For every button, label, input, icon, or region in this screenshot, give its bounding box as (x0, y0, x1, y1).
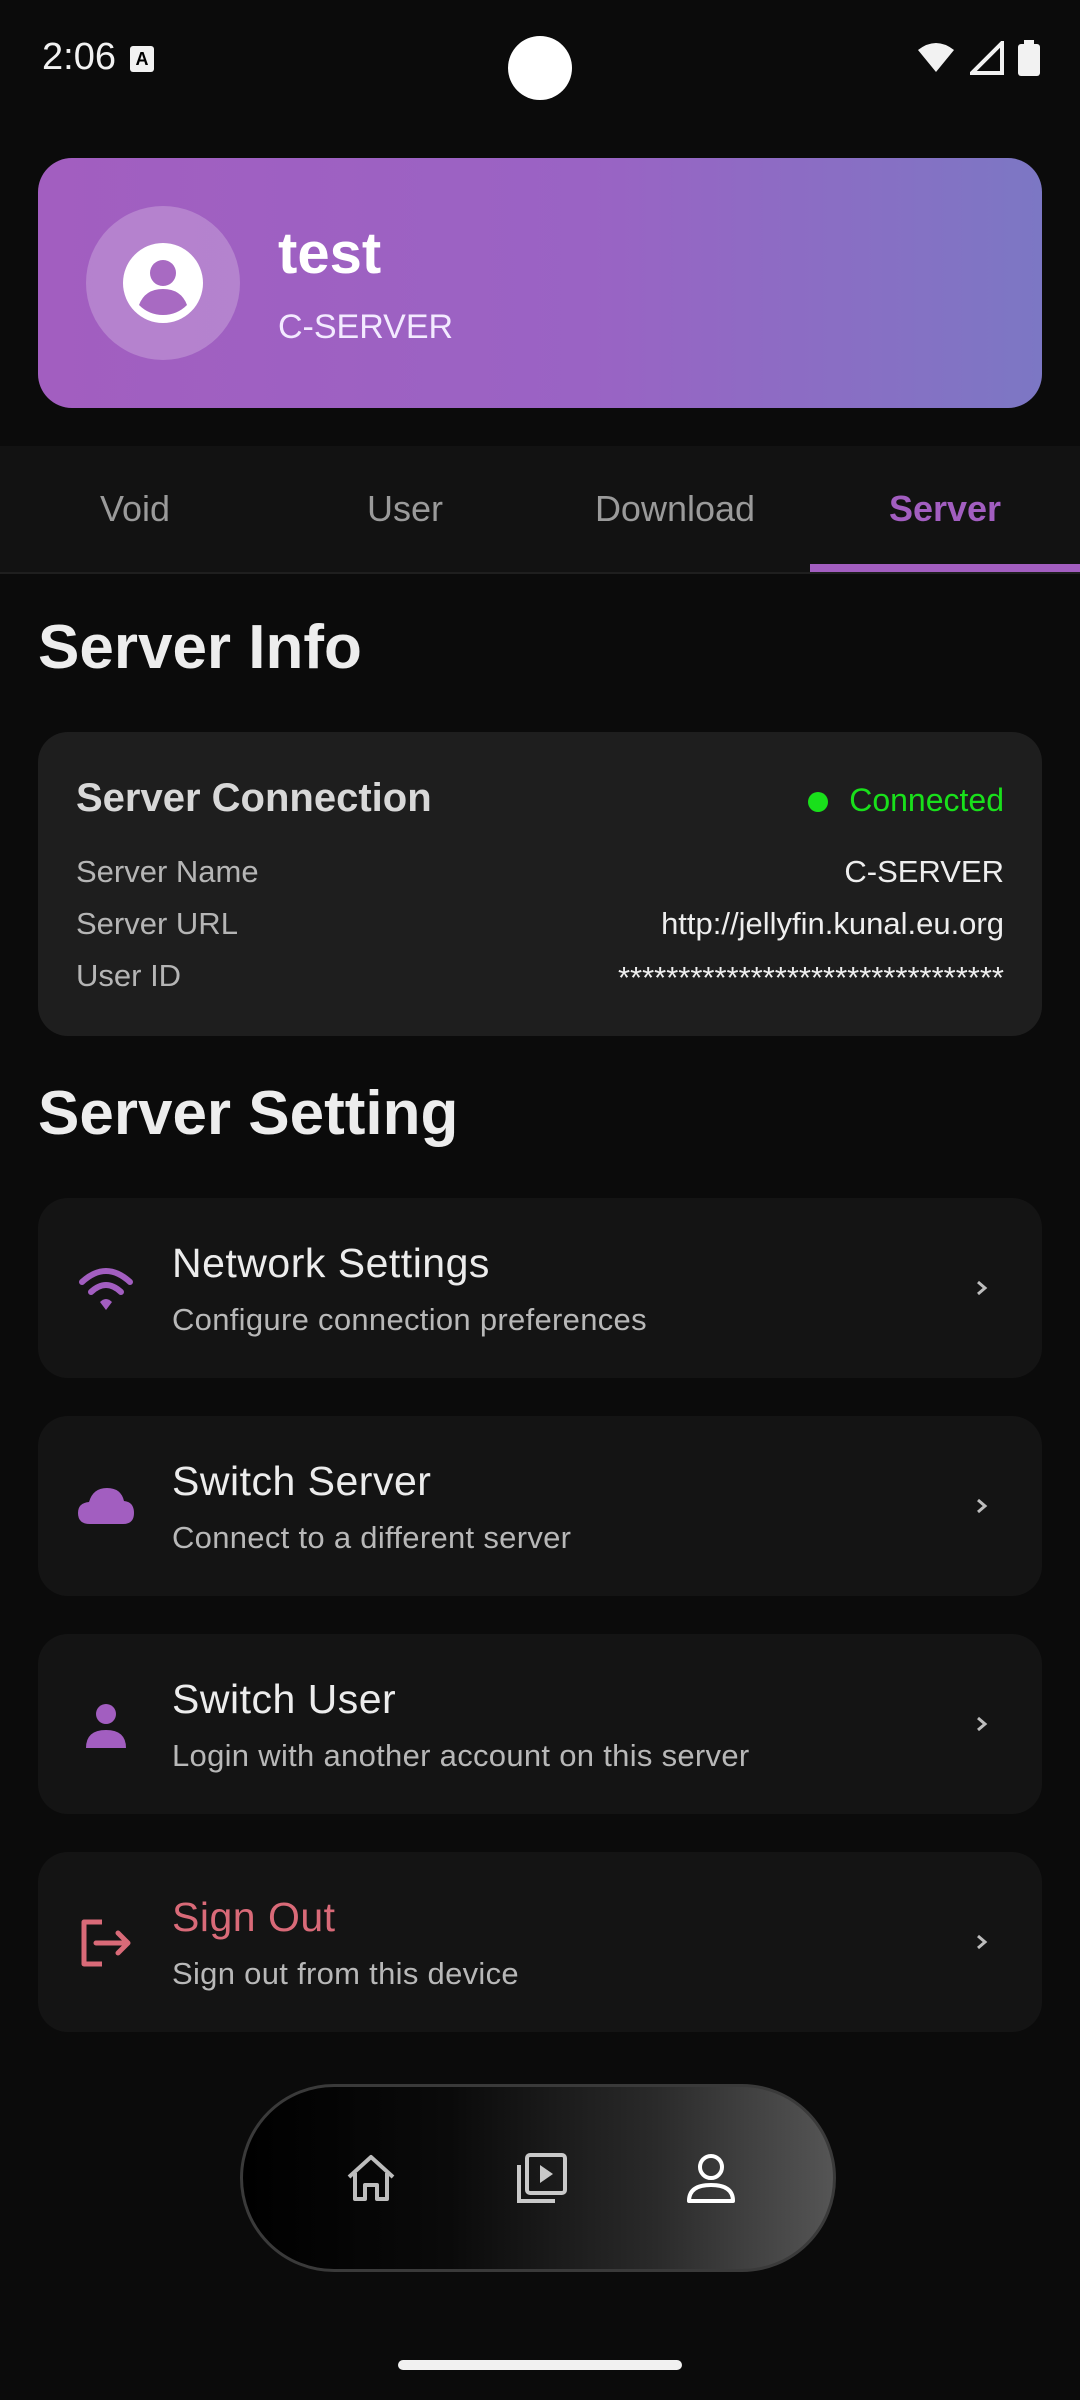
sign-out-title: Sign Out (172, 1894, 336, 1940)
avatar (86, 206, 240, 360)
switch-server-item[interactable]: Switch Server Connect to a different ser… (38, 1416, 1042, 1596)
server-name-value: C-SERVER (844, 854, 1004, 889)
tab-bar: Void User Download Server (0, 446, 1080, 574)
logout-icon (81, 1919, 131, 1967)
tab-server[interactable]: Server (810, 446, 1080, 572)
switch-server-subtitle: Connect to a different server (172, 1520, 572, 1555)
switch-user-title: Switch User (172, 1676, 397, 1722)
switch-server-title: Switch Server (172, 1458, 432, 1504)
account-circle-icon (123, 243, 203, 323)
server-connection-card: Server Connection Connected Server Name … (38, 732, 1042, 1036)
network-settings-subtitle: Configure connection preferences (172, 1302, 647, 1337)
tab-void[interactable]: Void (0, 446, 270, 572)
profile-card[interactable]: test C-SERVER (38, 158, 1042, 408)
battery-icon (1018, 40, 1040, 76)
server-url-label: Server URL (76, 906, 238, 941)
bottom-navigation (240, 2084, 836, 2272)
wifi-status-icon (918, 43, 954, 72)
cloud-icon (78, 1488, 134, 1524)
tab-download[interactable]: Download (540, 446, 810, 572)
sign-out-subtitle: Sign out from this device (172, 1956, 519, 1991)
signal-icon (970, 41, 1004, 75)
wifi-icon (79, 1268, 133, 1310)
profile-name: test (278, 221, 382, 286)
server-url-value: http://jellyfin.kunal.eu.org (661, 906, 1004, 941)
user-id-label: User ID (76, 958, 182, 993)
chevron-right-icon (977, 1934, 988, 1950)
camera-cutout (508, 36, 572, 100)
switch-user-item[interactable]: Switch User Login with another account o… (38, 1634, 1042, 1814)
network-settings-item[interactable]: Network Settings Configure connection pr… (38, 1198, 1042, 1378)
profile-icon[interactable] (681, 2149, 741, 2209)
status-icons (916, 40, 1040, 76)
chevron-right-icon (977, 1716, 988, 1732)
profile-server-name: C-SERVER (278, 308, 454, 346)
user-id-value: ******************************** (617, 960, 1004, 995)
library-icon[interactable] (511, 2149, 571, 2209)
chevron-right-icon (977, 1498, 988, 1514)
connection-status-dot (808, 792, 828, 812)
notification-a-icon: A (130, 46, 154, 72)
home-icon[interactable] (341, 2149, 401, 2209)
chevron-right-icon (977, 1280, 988, 1296)
home-gesture-bar[interactable] (398, 2360, 682, 2370)
sign-out-item[interactable]: Sign Out Sign out from this device (38, 1852, 1042, 2032)
tab-active-indicator (810, 564, 1080, 572)
status-time: 2:06 (42, 36, 116, 78)
connection-status: Connected (849, 782, 1004, 818)
server-name-label: Server Name (76, 854, 259, 889)
switch-user-subtitle: Login with another account on this serve… (172, 1738, 750, 1773)
server-connection-title: Server Connection (76, 776, 432, 820)
network-settings-title: Network Settings (172, 1240, 490, 1286)
server-info-heading: Server Info (38, 613, 362, 682)
server-setting-heading: Server Setting (38, 1079, 459, 1148)
person-icon (86, 1704, 126, 1748)
tab-user[interactable]: User (270, 446, 540, 572)
